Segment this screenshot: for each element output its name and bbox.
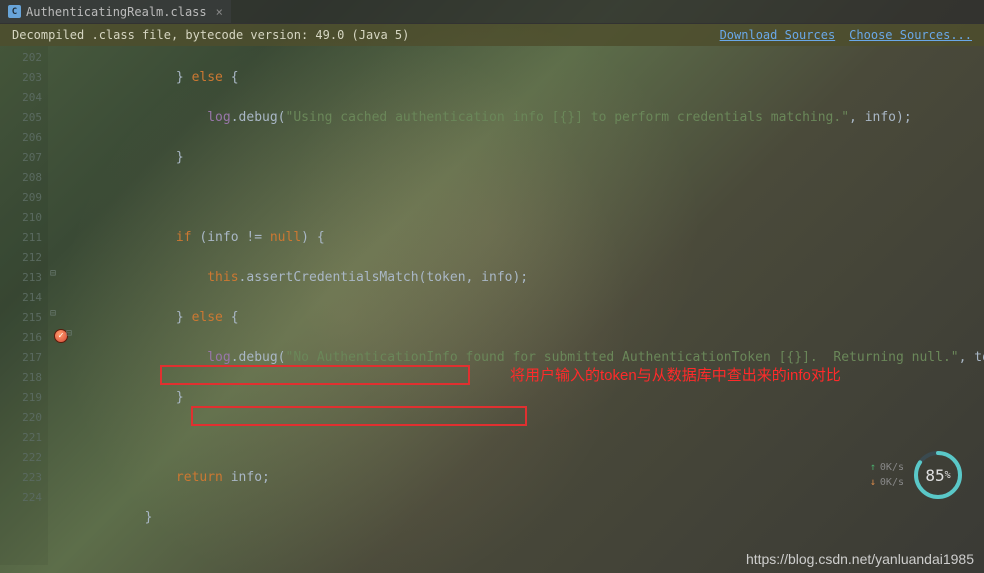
code-line: log.debug("Using cached authentication i… [78, 108, 984, 128]
fold-icon[interactable]: ⊟ [50, 308, 56, 319]
code-line: } [78, 508, 984, 528]
annotation-box2 [191, 406, 527, 426]
watermark: https://blog.csdn.net/yanluandai1985 [746, 551, 974, 567]
code-line: this.assertCredentialsMatch(token, info)… [78, 268, 984, 288]
fold-icon[interactable]: ⊟ [66, 328, 72, 339]
code-line: } [78, 148, 984, 168]
class-file-icon: C [8, 5, 21, 18]
code-line: log.debug("No AuthenticationInfo found f… [78, 348, 984, 368]
close-icon[interactable]: × [216, 5, 223, 19]
code-line: if (info != null) { [78, 228, 984, 248]
percentage-value: 85 [925, 466, 944, 485]
download-speed: 0K/s [880, 477, 904, 488]
tab-bar: C AuthenticatingRealm.class × [0, 0, 984, 24]
annotation-box1 [160, 365, 470, 385]
upload-speed: 0K/s [880, 462, 904, 473]
choose-sources-link[interactable]: Choose Sources... [849, 28, 972, 42]
percentage-ring: 85% [912, 449, 964, 501]
code-line: } else { [78, 308, 984, 328]
fold-icon[interactable]: ⊟ [50, 268, 56, 279]
download-sources-link[interactable]: Download Sources [720, 28, 836, 42]
code-editor[interactable]: 202203204 205206207 208209210 211212213 … [0, 46, 984, 565]
code-line: } [78, 388, 984, 408]
code-line [78, 428, 984, 448]
banner-text: Decompiled .class file, bytecode version… [12, 28, 409, 42]
tab-title: AuthenticatingRealm.class [26, 5, 207, 19]
network-speed-widget[interactable]: ↑ 0K/s ↓ 0K/s 85% [870, 449, 964, 501]
editor-tab[interactable]: C AuthenticatingRealm.class × [0, 0, 231, 23]
line-number-gutter: 202203204 205206207 208209210 211212213 … [0, 46, 48, 565]
download-icon: ↓ [870, 477, 876, 488]
code-line: return info; [78, 468, 984, 488]
code-line: } else { [78, 68, 984, 88]
annotation-text: 将用户输入的token与从数据库中查出来的info对比 [510, 366, 841, 386]
code-line [78, 188, 984, 208]
decompiled-banner: Decompiled .class file, bytecode version… [0, 24, 984, 46]
speed-stats: ↑ 0K/s ↓ 0K/s [870, 462, 904, 488]
upload-icon: ↑ [870, 462, 876, 473]
gutter-marks: ⊟ ⊟ ⊟ [48, 46, 78, 565]
code-area[interactable]: } else { log.debug("Using cached authent… [78, 46, 984, 565]
